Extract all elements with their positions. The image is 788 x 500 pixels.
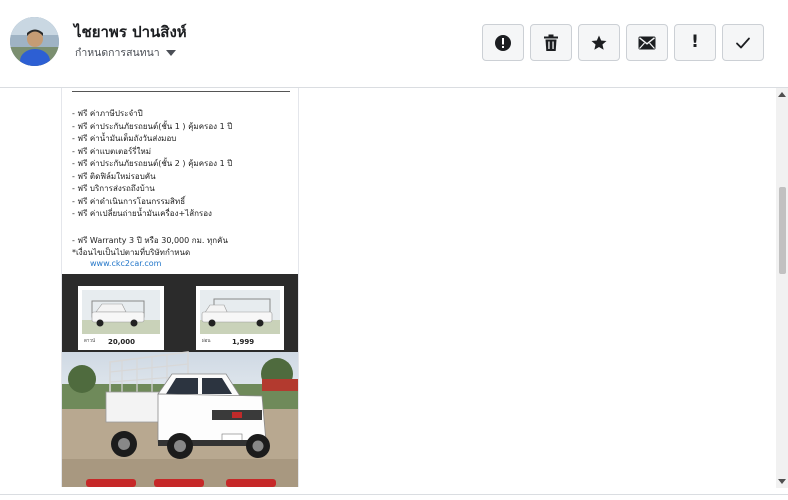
exclamation-icon: !: [691, 32, 699, 52]
caret-down-icon: [165, 50, 176, 56]
envelope-icon: [638, 36, 656, 49]
website-text: www.ckc2car.com: [90, 259, 162, 268]
conversation-header: ไชยาพร ปานสิงห์ กำหนดการสนทนา !: [0, 0, 788, 88]
alert-circle-icon: [495, 34, 511, 51]
delete-button[interactable]: [530, 24, 572, 61]
report-button[interactable]: [482, 24, 524, 61]
checkmark-icon: [736, 37, 750, 48]
scroll-down-arrow-icon[interactable]: [778, 479, 786, 484]
conversation-settings-dropdown[interactable]: กำหนดการสนทนา: [75, 44, 176, 61]
conversation-settings-label: กำหนดการสนทนา: [75, 47, 160, 59]
star-button[interactable]: [578, 24, 620, 61]
promo-text-panel: - ฟรี ค่าภาษีประจำปี - ฟรี ค่าประกันภัยร…: [62, 88, 298, 274]
cropped-header-strip: [72, 88, 290, 92]
avatar-photo: [10, 17, 59, 66]
message-thread: - ฟรี ค่าภาษีประจำปี - ฟรี ค่าประกันภัยร…: [0, 88, 776, 488]
mark-unread-button[interactable]: [626, 24, 668, 61]
mark-done-button[interactable]: [722, 24, 764, 61]
svg-text:ผ่อน: ผ่อน: [202, 338, 210, 344]
trash-icon: [544, 34, 558, 51]
warranty-note: - ฟรี Warranty 3 ปี หรือ 30,000 กม. ทุกค…: [72, 236, 228, 257]
price-right: 1,999: [232, 338, 254, 346]
scroll-up-arrow-icon[interactable]: [778, 92, 786, 97]
truck-photo: ดาวน์ 20,000 ผ่อน 1,999: [62, 274, 298, 487]
price-left: 20,000: [108, 338, 135, 346]
image-attachment[interactable]: - ฟรี ค่าภาษีประจำปี - ฟรี ค่าประกันภัยร…: [61, 88, 299, 487]
promo-benefits-list: - ฟรี ค่าภาษีประจำปี - ฟรี ค่าประกันภัยร…: [72, 109, 233, 218]
scrollbar-thumb[interactable]: [779, 187, 786, 274]
vertical-scrollbar[interactable]: [776, 88, 788, 488]
contact-name[interactable]: ไชยาพร ปานสิงห์: [74, 20, 187, 44]
composer-divider: [0, 494, 788, 500]
svg-text:ดาวน์: ดาวน์: [84, 337, 95, 344]
conversation-toolbar: !: [482, 24, 764, 61]
star-icon: [591, 35, 607, 50]
avatar[interactable]: [10, 17, 59, 66]
mark-spam-button[interactable]: !: [674, 24, 716, 61]
